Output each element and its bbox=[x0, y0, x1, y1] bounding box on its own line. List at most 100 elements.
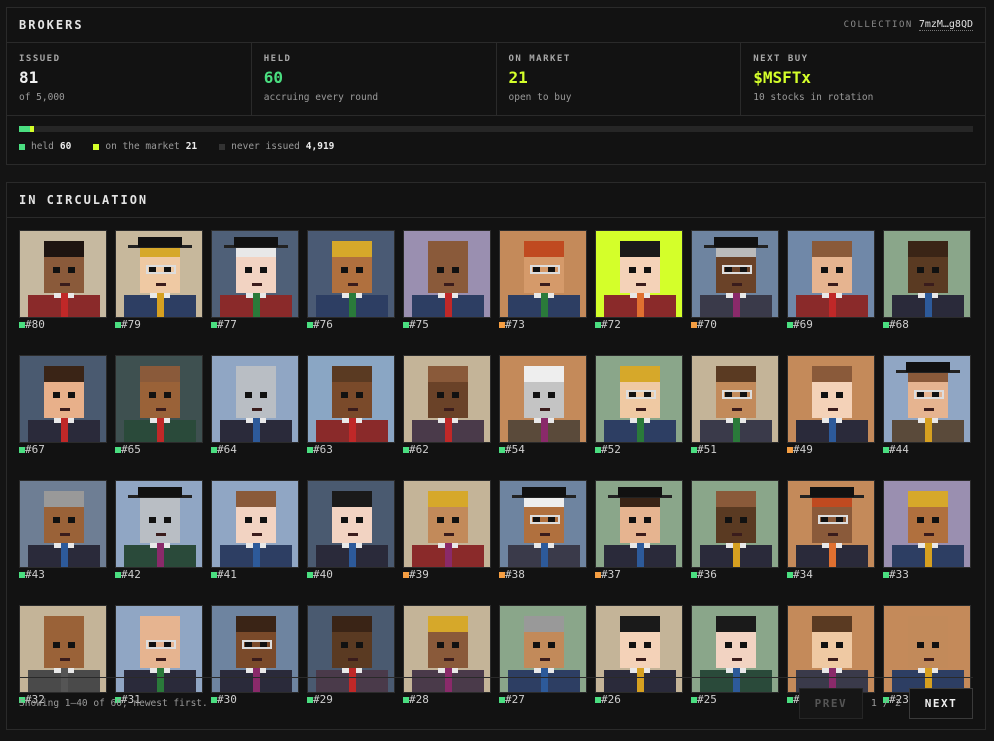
broker-card[interactable] bbox=[499, 355, 587, 443]
broker-eye bbox=[53, 392, 60, 398]
broker-id: #33 bbox=[889, 568, 909, 581]
broker-card[interactable] bbox=[211, 355, 299, 443]
broker-card[interactable] bbox=[19, 480, 107, 568]
broker-card[interactable] bbox=[787, 355, 875, 443]
prev-button[interactable]: PREV bbox=[798, 688, 863, 719]
broker-eye bbox=[740, 642, 747, 648]
broker-card[interactable] bbox=[403, 355, 491, 443]
stat-value: $MSFTx bbox=[753, 68, 812, 87]
broker-tie bbox=[61, 418, 68, 442]
broker-card[interactable] bbox=[403, 230, 491, 318]
broker-tie bbox=[925, 293, 932, 317]
next-button[interactable]: NEXT bbox=[909, 688, 973, 719]
broker-mouth bbox=[828, 533, 838, 536]
broker-mouth bbox=[252, 533, 262, 536]
broker-eye bbox=[932, 517, 939, 523]
broker-card[interactable] bbox=[595, 230, 683, 318]
legend-value: 21 bbox=[185, 141, 198, 152]
broker-mouth bbox=[60, 533, 70, 536]
broker-mouth bbox=[348, 533, 358, 536]
broker-cell: #49 bbox=[787, 355, 875, 456]
broker-card[interactable] bbox=[691, 230, 779, 318]
broker-card[interactable] bbox=[787, 230, 875, 318]
broker-eye bbox=[644, 267, 651, 273]
broker-card[interactable] bbox=[19, 230, 107, 318]
stat-value: 21 bbox=[508, 68, 528, 87]
broker-card[interactable] bbox=[499, 230, 587, 318]
broker-tie bbox=[637, 418, 644, 442]
stat-next-buy: NEXT BUY $MSFTx 10 stocks in rotation bbox=[741, 43, 985, 115]
broker-mouth bbox=[540, 658, 550, 661]
collection-address-link[interactable]: 7mzM…g8QD bbox=[918, 19, 973, 31]
broker-id: #70 bbox=[697, 318, 717, 331]
broker-mouth bbox=[636, 283, 646, 286]
legend-never-issued: never issued 4,919 bbox=[219, 141, 334, 152]
broker-card[interactable] bbox=[499, 480, 587, 568]
broker-tie bbox=[445, 418, 452, 442]
broker-eye bbox=[629, 642, 636, 648]
broker-eye bbox=[629, 267, 636, 273]
legend-swatch bbox=[19, 143, 25, 150]
broker-glasses bbox=[914, 390, 944, 399]
broker-eye bbox=[245, 392, 252, 398]
broker-cell: #70 bbox=[691, 230, 779, 331]
broker-hair bbox=[524, 241, 564, 257]
broker-tie bbox=[829, 418, 836, 442]
broker-id: #40 bbox=[313, 568, 333, 581]
broker-hair bbox=[236, 616, 276, 632]
broker-eye bbox=[644, 517, 651, 523]
broker-id: #67 bbox=[25, 443, 45, 456]
broker-card[interactable] bbox=[19, 355, 107, 443]
broker-tag: #52 bbox=[595, 443, 683, 456]
broker-card[interactable] bbox=[211, 480, 299, 568]
broker-eye bbox=[68, 392, 75, 398]
broker-card[interactable] bbox=[307, 480, 395, 568]
broker-card[interactable] bbox=[691, 355, 779, 443]
broker-cell: #40 bbox=[307, 480, 395, 581]
broker-card[interactable] bbox=[595, 355, 683, 443]
broker-id: #54 bbox=[505, 443, 525, 456]
broker-mouth bbox=[924, 408, 934, 411]
broker-tag: #73 bbox=[499, 318, 587, 331]
broker-card[interactable] bbox=[115, 230, 203, 318]
broker-id: #38 bbox=[505, 568, 525, 581]
broker-cell: #62 bbox=[403, 355, 491, 456]
broker-card[interactable] bbox=[883, 230, 971, 318]
broker-eye bbox=[437, 517, 444, 523]
broker-mouth bbox=[732, 283, 742, 286]
broker-mouth bbox=[924, 283, 934, 286]
broker-card[interactable] bbox=[883, 480, 971, 568]
broker-hat bbox=[522, 487, 566, 497]
brokers-header: BROKERS COLLECTION 7mzM…g8QD bbox=[7, 8, 985, 43]
broker-glasses bbox=[146, 265, 176, 274]
broker-card[interactable] bbox=[115, 480, 203, 568]
broker-tag: #43 bbox=[19, 568, 107, 581]
broker-id: #80 bbox=[25, 318, 45, 331]
broker-tie bbox=[637, 293, 644, 317]
broker-hair bbox=[620, 241, 660, 257]
broker-card[interactable] bbox=[787, 480, 875, 568]
broker-card[interactable] bbox=[883, 355, 971, 443]
broker-mouth bbox=[444, 283, 454, 286]
broker-tie bbox=[349, 418, 356, 442]
broker-card[interactable] bbox=[691, 480, 779, 568]
broker-card[interactable] bbox=[115, 355, 203, 443]
broker-hat bbox=[810, 487, 854, 497]
broker-hair bbox=[908, 491, 948, 507]
broker-tie bbox=[445, 543, 452, 567]
broker-card[interactable] bbox=[211, 230, 299, 318]
broker-tag: #41 bbox=[211, 568, 299, 581]
broker-tie bbox=[733, 543, 740, 567]
broker-hair bbox=[524, 616, 564, 632]
broker-card[interactable] bbox=[307, 355, 395, 443]
broker-cell: #33 bbox=[883, 480, 971, 581]
broker-mouth bbox=[540, 408, 550, 411]
broker-card[interactable] bbox=[307, 230, 395, 318]
broker-mouth bbox=[156, 533, 166, 536]
broker-id: #39 bbox=[409, 568, 429, 581]
stat-on-market: ON MARKET 21 open to buy bbox=[497, 43, 742, 115]
broker-cell: #51 bbox=[691, 355, 779, 456]
broker-card[interactable] bbox=[403, 480, 491, 568]
broker-glasses bbox=[530, 265, 560, 274]
broker-card[interactable] bbox=[595, 480, 683, 568]
